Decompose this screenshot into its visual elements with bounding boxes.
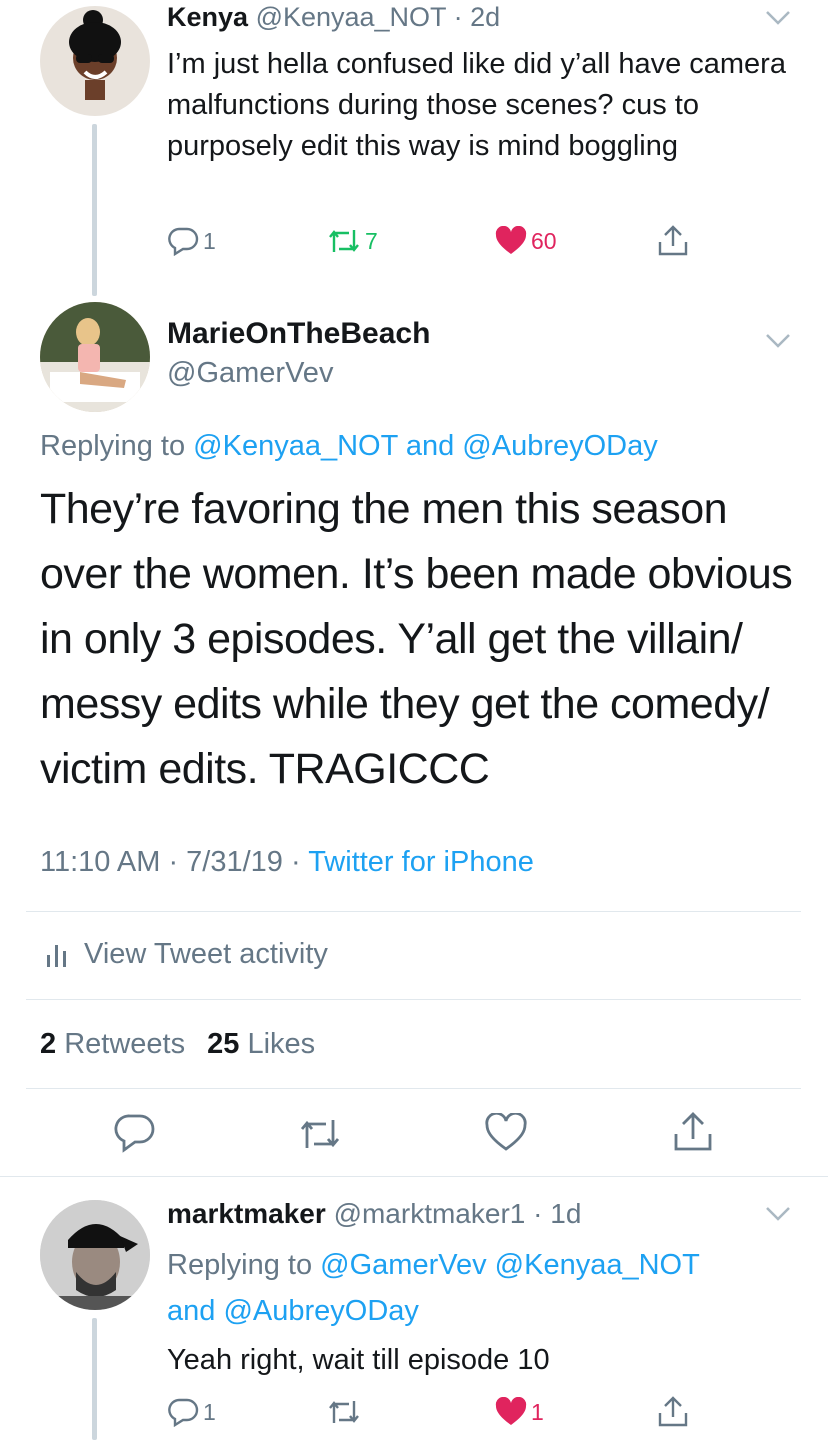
- heart-filled-icon: [495, 1397, 527, 1425]
- view-tweet-activity-label: View Tweet activity: [84, 938, 328, 970]
- timestamp[interactable]: 1d: [550, 1198, 581, 1229]
- retweets-label: Retweets: [64, 1028, 186, 1060]
- retweet-icon[interactable]: [298, 1115, 342, 1158]
- like-count: 60: [531, 227, 557, 254]
- reply-button[interactable]: 1: [167, 1397, 216, 1427]
- tweet-time: 11:10 AM: [40, 846, 161, 878]
- replying-prefix: Replying to: [167, 1249, 313, 1281]
- reply-count: 1: [203, 227, 216, 254]
- display-name[interactable]: marktmaker: [167, 1198, 326, 1229]
- divider: [0, 1176, 828, 1177]
- engagement-stats: 2 Retweets 25 Likes: [40, 1028, 315, 1061]
- divider: [26, 999, 801, 1000]
- thread-line: [92, 124, 97, 296]
- replying-and[interactable]: and: [406, 430, 454, 462]
- tweet-meta: 11:10 AM · 7/31/19 · Twitter for iPhone: [40, 846, 534, 879]
- like-button[interactable]: 1: [495, 1397, 544, 1427]
- separator-dot: ·: [446, 2, 471, 32]
- divider: [26, 1088, 801, 1089]
- like-count: 1: [531, 1398, 544, 1425]
- tweet-text: They’re favoring the men this season ove…: [40, 485, 793, 793]
- like-button[interactable]: 60: [495, 226, 557, 256]
- handle[interactable]: @marktmaker1: [334, 1198, 526, 1229]
- tweet-source-link[interactable]: Twitter for iPhone: [308, 846, 534, 878]
- share-icon[interactable]: [657, 224, 689, 263]
- handle[interactable]: @Kenyaa_NOT: [256, 2, 447, 32]
- mention-link[interactable]: @AubreyODay: [223, 1295, 418, 1327]
- tweet-date: 7/31/19: [186, 846, 283, 878]
- view-tweet-activity-button[interactable]: View Tweet activity: [46, 938, 328, 971]
- tweet-text: Yeah right, wait till episode 10: [167, 1344, 550, 1376]
- chevron-down-icon[interactable]: [765, 10, 791, 31]
- analytics-icon: [47, 944, 66, 967]
- retweet-button[interactable]: 7: [327, 226, 378, 256]
- heart-icon[interactable]: [485, 1111, 527, 1158]
- mention-link[interactable]: @AubreyODay: [462, 430, 657, 462]
- avatar-kenya[interactable]: [40, 6, 150, 116]
- like-total: 25: [207, 1028, 240, 1060]
- thread-line: [92, 1318, 97, 1440]
- retweet-count: 7: [365, 227, 378, 254]
- heart-filled-icon: [495, 226, 527, 254]
- reply-icon: [168, 227, 199, 256]
- tweet-text: I’m just hella confused like did y’all h…: [167, 48, 786, 162]
- separator-dot: ·: [282, 846, 309, 878]
- reply-icon: [168, 1398, 199, 1427]
- chevron-down-icon[interactable]: [765, 333, 791, 354]
- display-name[interactable]: Kenya: [167, 2, 248, 32]
- retweet-icon: [329, 1401, 359, 1423]
- separator-dot: ·: [160, 846, 187, 878]
- retweet-button[interactable]: [327, 1397, 361, 1427]
- mention-link[interactable]: @Kenyaa_NOT: [495, 1249, 700, 1281]
- handle[interactable]: @GamerVev: [167, 357, 333, 390]
- timestamp[interactable]: 2d: [470, 2, 500, 32]
- retweet-icon: [329, 230, 359, 252]
- replying-and[interactable]: and: [167, 1295, 215, 1327]
- replying-prefix: Replying to: [40, 430, 186, 462]
- replying-to: Replying to @GamerVev @Kenyaa_NOT and @A…: [167, 1242, 807, 1334]
- tweet-header: marktmaker @marktmaker1 · 1d: [167, 1198, 581, 1230]
- share-icon[interactable]: [673, 1111, 713, 1158]
- avatar-marktmaker[interactable]: [40, 1200, 150, 1310]
- mention-link[interactable]: @Kenyaa_NOT: [193, 430, 398, 462]
- reply-icon[interactable]: [114, 1113, 156, 1158]
- likes-stat[interactable]: 25 Likes: [207, 1028, 315, 1060]
- divider: [26, 911, 801, 912]
- retweet-total: 2: [40, 1028, 57, 1060]
- replying-to: Replying to @Kenyaa_NOT and @AubreyODay: [40, 430, 658, 463]
- retweets-stat[interactable]: 2 Retweets: [40, 1028, 185, 1060]
- reply-count: 1: [203, 1398, 216, 1425]
- mention-link[interactable]: @GamerVev: [320, 1249, 486, 1281]
- chevron-down-icon[interactable]: [765, 1206, 791, 1227]
- display-name[interactable]: MarieOnTheBeach: [167, 317, 430, 351]
- tweet-header: Kenya @Kenyaa_NOT · 2d: [167, 2, 500, 33]
- avatar-marie[interactable]: [40, 302, 150, 412]
- separator-dot: ·: [525, 1198, 551, 1229]
- reply-button[interactable]: 1: [167, 226, 216, 256]
- share-icon[interactable]: [657, 1395, 689, 1434]
- likes-label: Likes: [247, 1028, 316, 1060]
